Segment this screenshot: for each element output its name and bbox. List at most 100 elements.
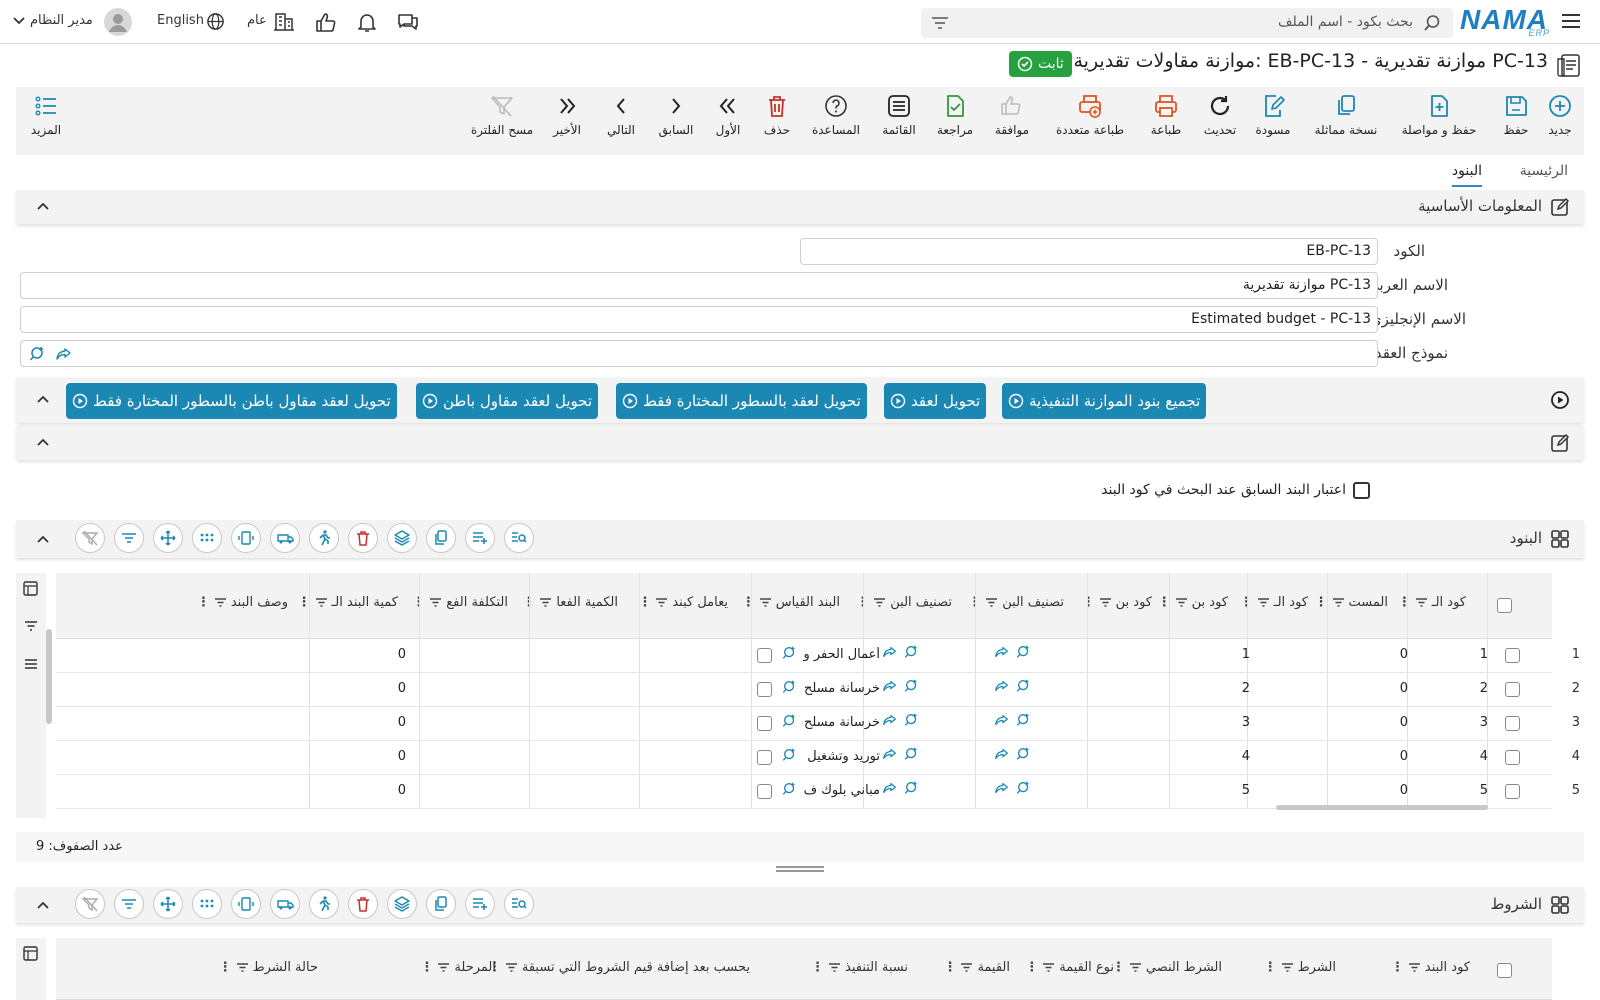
convert-to-contract-button[interactable]: تحويل لعقد	[884, 383, 987, 419]
column-header[interactable]: ⋮ وصف البند	[58, 595, 288, 610]
add-row-grid-button[interactable]	[465, 523, 495, 553]
column-filter-icon[interactable]	[828, 962, 841, 973]
table-row[interactable]: 2 2 0 2 خرسانة مسلح 0	[56, 673, 1580, 707]
search-add-icon[interactable]	[782, 645, 798, 661]
search-add-icon[interactable]	[1016, 644, 1032, 660]
row-checkbox[interactable]	[1505, 682, 1520, 697]
add-row-grid-button[interactable]	[465, 889, 495, 919]
select-all-checkbox[interactable]	[1497, 598, 1512, 613]
branch-label[interactable]: عام	[247, 13, 267, 28]
classification-1-links[interactable]	[994, 780, 1032, 796]
row-checkbox[interactable]	[1505, 648, 1520, 663]
column-filter-icon[interactable]	[873, 597, 886, 608]
column-filter-icon[interactable]	[759, 597, 772, 608]
search-input[interactable]: بحث بكود - اسم الملف	[1278, 14, 1413, 30]
convert-to-subcontract-selected-button[interactable]: تحويل لعقد مقاول باطن بالسطور المختارة ف…	[66, 383, 397, 419]
new-button[interactable]: جديد	[1542, 93, 1578, 137]
approve-button[interactable]: موافقة	[986, 93, 1038, 137]
search-add-icon[interactable]	[904, 712, 920, 728]
cell-code[interactable]: 4	[1480, 749, 1488, 764]
classification-1-links[interactable]	[994, 746, 1032, 762]
building-icon[interactable]	[273, 10, 297, 34]
filter-grid-button[interactable]	[114, 889, 144, 919]
thumbs-up-icon[interactable]	[314, 10, 338, 34]
cell-quantity[interactable]: 0	[398, 647, 406, 662]
search-list-grid-button[interactable]	[504, 889, 534, 919]
column-header[interactable]: ⋮التكلفة الفع	[410, 595, 508, 610]
column-header[interactable]: ⋮ المرحلة	[346, 960, 496, 975]
menu-lines-icon[interactable]	[24, 658, 38, 670]
clear-filter-grid-button[interactable]	[75, 889, 105, 919]
cell-quantity[interactable]: 0	[398, 783, 406, 798]
chevron-up-icon[interactable]	[36, 532, 50, 546]
chevron-up-icon[interactable]	[36, 435, 50, 449]
row-checkbox[interactable]	[1505, 716, 1520, 731]
column-header[interactable]: ⋮تصنيف البن	[854, 595, 952, 610]
cell-code[interactable]: 2	[1480, 681, 1488, 696]
column-header[interactable]: ⋮ كمية البند الـ	[300, 595, 398, 610]
resize-grid-button[interactable]	[231, 889, 261, 919]
column-menu-icon[interactable]: ⋮	[943, 960, 956, 975]
consider-previous-item-checkbox[interactable]	[1353, 482, 1370, 499]
layers-grid-button[interactable]	[387, 523, 417, 553]
column-filter-icon[interactable]	[1257, 597, 1270, 608]
trash-grid-button[interactable]	[348, 523, 378, 553]
column-header[interactable]: ⋮ المست	[1318, 595, 1388, 610]
copy-grid-button[interactable]	[426, 889, 456, 919]
search-add-icon[interactable]	[782, 781, 798, 797]
share-icon[interactable]	[882, 712, 898, 728]
tab-main[interactable]: الرئيسية	[1520, 163, 1568, 185]
table-row[interactable]: 1 1 0 1 أعمال الحفر و 0	[56, 639, 1580, 673]
column-header[interactable]: ⋮تصنيف البن	[966, 595, 1064, 610]
cell-item-code[interactable]: 1	[1242, 647, 1250, 662]
cell-level[interactable]: 0	[1400, 681, 1408, 696]
column-header[interactable]: ⋮ كود بن	[1082, 595, 1152, 610]
column-header[interactable]: ⋮ حالة الشرط	[168, 960, 318, 975]
column-header[interactable]: ⋮ الشرط	[1226, 960, 1336, 975]
search-add-icon[interactable]	[29, 345, 47, 363]
trash-grid-button[interactable]	[348, 889, 378, 919]
move-grid-button[interactable]	[153, 523, 183, 553]
options-header[interactable]	[16, 426, 1584, 460]
bell-icon[interactable]	[355, 10, 379, 34]
cell-item-name[interactable]: خرسانة مسلح	[800, 681, 880, 696]
previous-button[interactable]: السابق	[650, 93, 702, 137]
classification-2-links[interactable]	[882, 780, 920, 796]
filter-icon[interactable]	[931, 15, 949, 31]
column-header[interactable]: ⋮ البند القياس	[742, 595, 840, 610]
classification-2-links[interactable]	[882, 644, 920, 660]
layers-grid-button[interactable]	[387, 889, 417, 919]
chevron-up-icon[interactable]	[36, 199, 50, 213]
share-icon[interactable]	[55, 345, 73, 363]
column-filter-icon[interactable]	[236, 962, 249, 973]
cell-level[interactable]: 0	[1400, 647, 1408, 662]
column-filter-icon[interactable]	[1281, 962, 1294, 973]
column-header[interactable]: ⋮ نوع القيمة	[994, 960, 1114, 975]
column-menu-icon[interactable]: ⋮	[1082, 595, 1095, 610]
column-filter-icon[interactable]	[1042, 962, 1055, 973]
table-icon[interactable]	[23, 581, 38, 596]
search-add-icon[interactable]	[1016, 678, 1032, 694]
column-header[interactable]: ⋮الكمية الفعا	[520, 595, 618, 610]
horizontal-scrollbar[interactable]	[1276, 805, 1488, 810]
english-name-field[interactable]: Estimated budget - PC-13	[20, 306, 1378, 333]
filter-icon[interactable]	[24, 620, 38, 632]
delete-button[interactable]: حذف	[754, 93, 800, 137]
globe-icon[interactable]	[206, 12, 230, 36]
search-add-icon[interactable]	[782, 679, 798, 695]
share-icon[interactable]	[994, 678, 1010, 694]
multi-print-button[interactable]: طباعة متعددة	[1046, 93, 1134, 137]
search-add-icon[interactable]	[904, 780, 920, 796]
truck-grid-button[interactable]	[270, 523, 300, 553]
cell-item-name[interactable]: أعمال الحفر و	[800, 647, 880, 662]
column-filter-icon[interactable]	[1099, 597, 1112, 608]
cell-code[interactable]: 5	[1480, 783, 1488, 798]
share-icon[interactable]	[882, 746, 898, 762]
share-icon[interactable]	[994, 712, 1010, 728]
column-header[interactable]: ⋮ الشرط النصي	[1102, 960, 1222, 975]
resize-handle[interactable]	[776, 866, 824, 872]
column-menu-icon[interactable]: ⋮	[742, 595, 755, 610]
clear-filter-grid-button[interactable]	[75, 523, 105, 553]
column-header[interactable]: ⋮ يحسب بعد إضافة قيم الشروط التي تسبقة	[480, 960, 750, 975]
column-menu-icon[interactable]: ⋮	[1025, 960, 1038, 975]
